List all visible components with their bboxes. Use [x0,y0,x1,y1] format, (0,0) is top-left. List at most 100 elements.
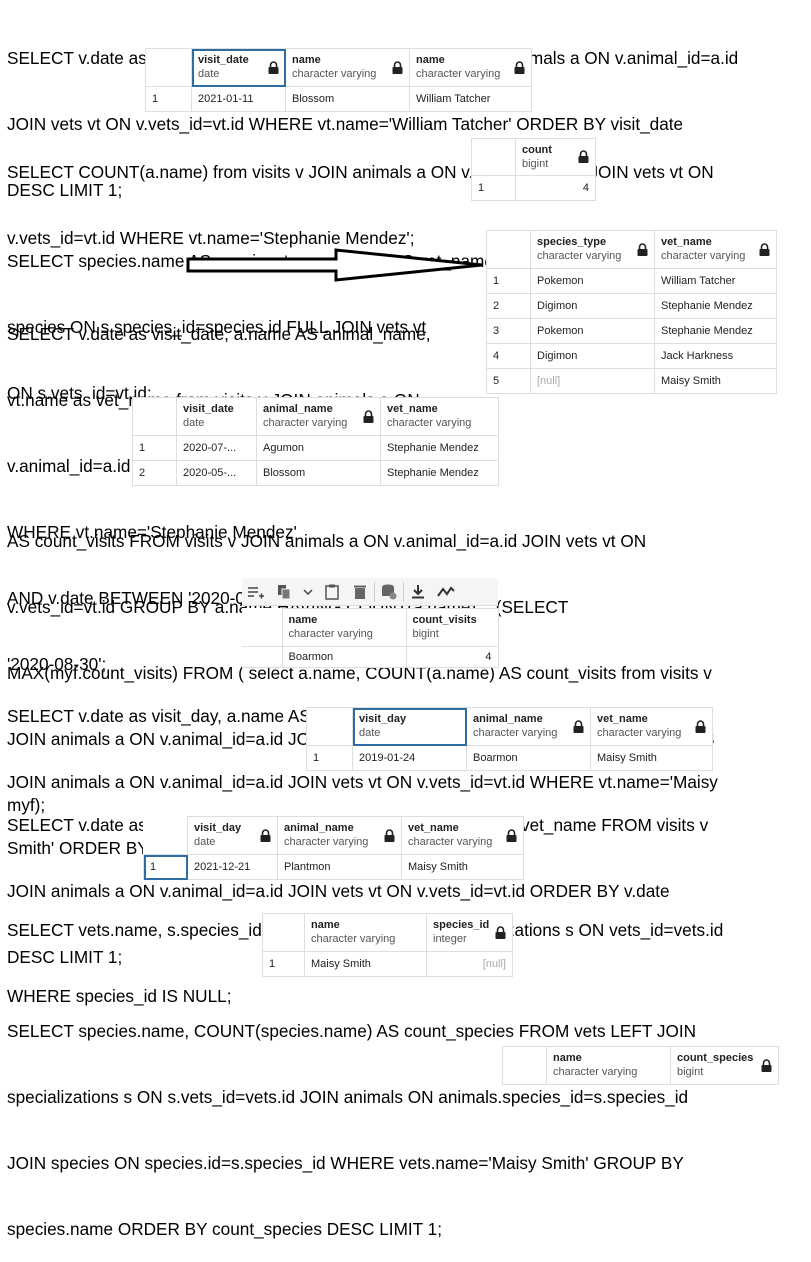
table-cell[interactable]: Maisy Smith [304,951,427,977]
query-line: AS count_visits FROM visits v JOIN anima… [7,531,647,551]
null-cell[interactable]: [null] [530,368,655,394]
table-cell[interactable]: Stephanie Mendez [654,318,777,344]
column-header[interactable]: count_visits bigint [405,608,499,647]
column-header[interactable]: vet_name character varying [654,230,777,269]
table-row[interactable]: 5 [null] Maisy Smith [486,368,777,394]
column-header[interactable]: count_species bigint [670,1046,779,1085]
row-number: 1 [262,951,305,977]
column-header[interactable]: count bigint [515,138,596,176]
row-number-header [132,397,177,436]
table-cell[interactable]: Plantmon [277,854,402,880]
table-row[interactable]: 2 2020-05-... Blossom Stephanie Mendez [132,460,499,486]
table-row[interactable]: 1 2020-07-... Agumon Stephanie Mendez [132,435,499,461]
graph-visualiser-button[interactable] [432,579,460,605]
table-cell[interactable]: Pokemon [530,268,655,294]
row-number-header [145,48,192,87]
table-row[interactable]: 1 Pokemon William Tatcher [486,268,777,294]
table-cell[interactable]: 4 [515,175,596,201]
table-row[interactable]: 4 Digimon Jack Harkness [486,343,777,369]
row-number: 1 [132,435,177,461]
column-header[interactable]: visit_day date [187,816,278,855]
dropdown-chevron-icon [303,588,313,595]
column-header[interactable]: name character varying [281,608,407,647]
table-cell[interactable]: 2021-12-21 [187,854,278,880]
column-header[interactable]: species_id integer [426,913,513,952]
table-row[interactable]: 3 Pokemon Stephanie Mendez [486,318,777,344]
column-header[interactable]: visit_date date [176,397,257,436]
row-number-header [262,913,305,952]
table-cell[interactable]: Maisy Smith [590,745,713,771]
row-number: 3 [486,318,531,344]
table-cell[interactable]: Stephanie Mendez [654,293,777,319]
table-cell[interactable]: Boarmon [466,745,591,771]
table-row[interactable]: 1 4 [471,175,596,201]
download-icon [412,585,424,599]
result-grid-7: visit_day date animal_name character varyi… [143,816,524,880]
row-number: 4 [486,343,531,369]
column-header[interactable]: name character varying [409,48,532,87]
row-number[interactable]: 1 [143,854,188,880]
lock-icon [578,150,589,163]
result-grid-1: visit_date date name character varying nam… [145,48,532,112]
table-cell[interactable]: Jack Harkness [654,343,777,369]
table-cell[interactable]: Agumon [256,435,381,461]
lock-icon [384,828,395,842]
table-cell[interactable]: Stephanie Mendez [380,460,499,486]
column-header[interactable]: name character varying [304,913,427,952]
column-header[interactable]: animal_name character varying [256,397,381,436]
result-grid-3: species_type character varying vet_name ch… [486,230,777,394]
lock-icon [363,409,374,423]
table-cell[interactable]: 2020-05-... [176,460,257,486]
row-number: 5 [486,368,531,394]
paste-button[interactable] [318,579,346,605]
table-cell[interactable]: William Tatcher [654,268,777,294]
add-row-icon [248,586,264,598]
row-number-header [502,1046,547,1085]
lock-icon [260,828,271,842]
column-header[interactable]: animal_name character varying [466,707,591,746]
column-header[interactable]: visit_day date [352,707,467,746]
table-cell[interactable]: 2021-01-11 [191,86,286,112]
column-header[interactable]: visit_date date [191,48,286,87]
table-row[interactable]: 1 2019-01-24 Boarmon Maisy Smith [306,745,713,771]
lock-icon [514,60,525,74]
copy-button[interactable] [270,579,298,605]
column-header[interactable]: vet_name character varying [401,816,524,855]
table-cell[interactable]: Digimon [530,293,655,319]
result-grid-5: name character varying count_visits bigint… [242,608,499,668]
table-row[interactable]: 1 2021-01-11 Blossom William Tatcher [145,86,532,112]
delete-button[interactable] [346,579,374,605]
table-cell[interactable]: Blossom [256,460,381,486]
column-header[interactable]: species_type character varying [530,230,655,269]
table-cell[interactable]: Blossom [285,86,410,112]
add-row-button[interactable] [242,579,270,605]
table-cell[interactable]: 2019-01-24 [352,745,467,771]
table-cell[interactable]: William Tatcher [409,86,532,112]
column-header[interactable]: name character varying [285,48,410,87]
table-row[interactable]: 1 2021-12-21 Plantmon Maisy Smith [143,854,524,880]
delete-icon [354,585,366,599]
column-header[interactable]: name character varying [546,1046,671,1085]
lock-icon [759,242,770,256]
table-cell[interactable]: Digimon [530,343,655,369]
graph-icon [437,585,455,597]
copy-options-dropdown[interactable] [298,579,318,605]
table-row[interactable]: 2 Digimon Stephanie Mendez [486,293,777,319]
save-data-button[interactable] [375,579,403,605]
row-number: 1 [486,268,531,294]
table-cell[interactable]: Maisy Smith [401,854,524,880]
data-output-toolbar [242,578,498,606]
query-line: specializations s ON s.vets_id=vets.id J… [7,1087,689,1107]
row-number: 2 [486,293,531,319]
null-cell[interactable]: [null] [426,951,513,977]
table-cell[interactable]: Pokemon [530,318,655,344]
column-header[interactable]: animal_name character varying [277,816,402,855]
table-cell[interactable]: Maisy Smith [654,368,777,394]
column-header[interactable]: vet_name character varying [380,397,499,436]
table-row[interactable]: 1 Maisy Smith [null] [262,951,513,977]
download-button[interactable] [404,579,432,605]
table-cell[interactable]: 2020-07-... [176,435,257,461]
row-number-header [242,608,283,647]
table-cell[interactable]: Stephanie Mendez [380,435,499,461]
column-header[interactable]: vet_name character varying [590,707,713,746]
